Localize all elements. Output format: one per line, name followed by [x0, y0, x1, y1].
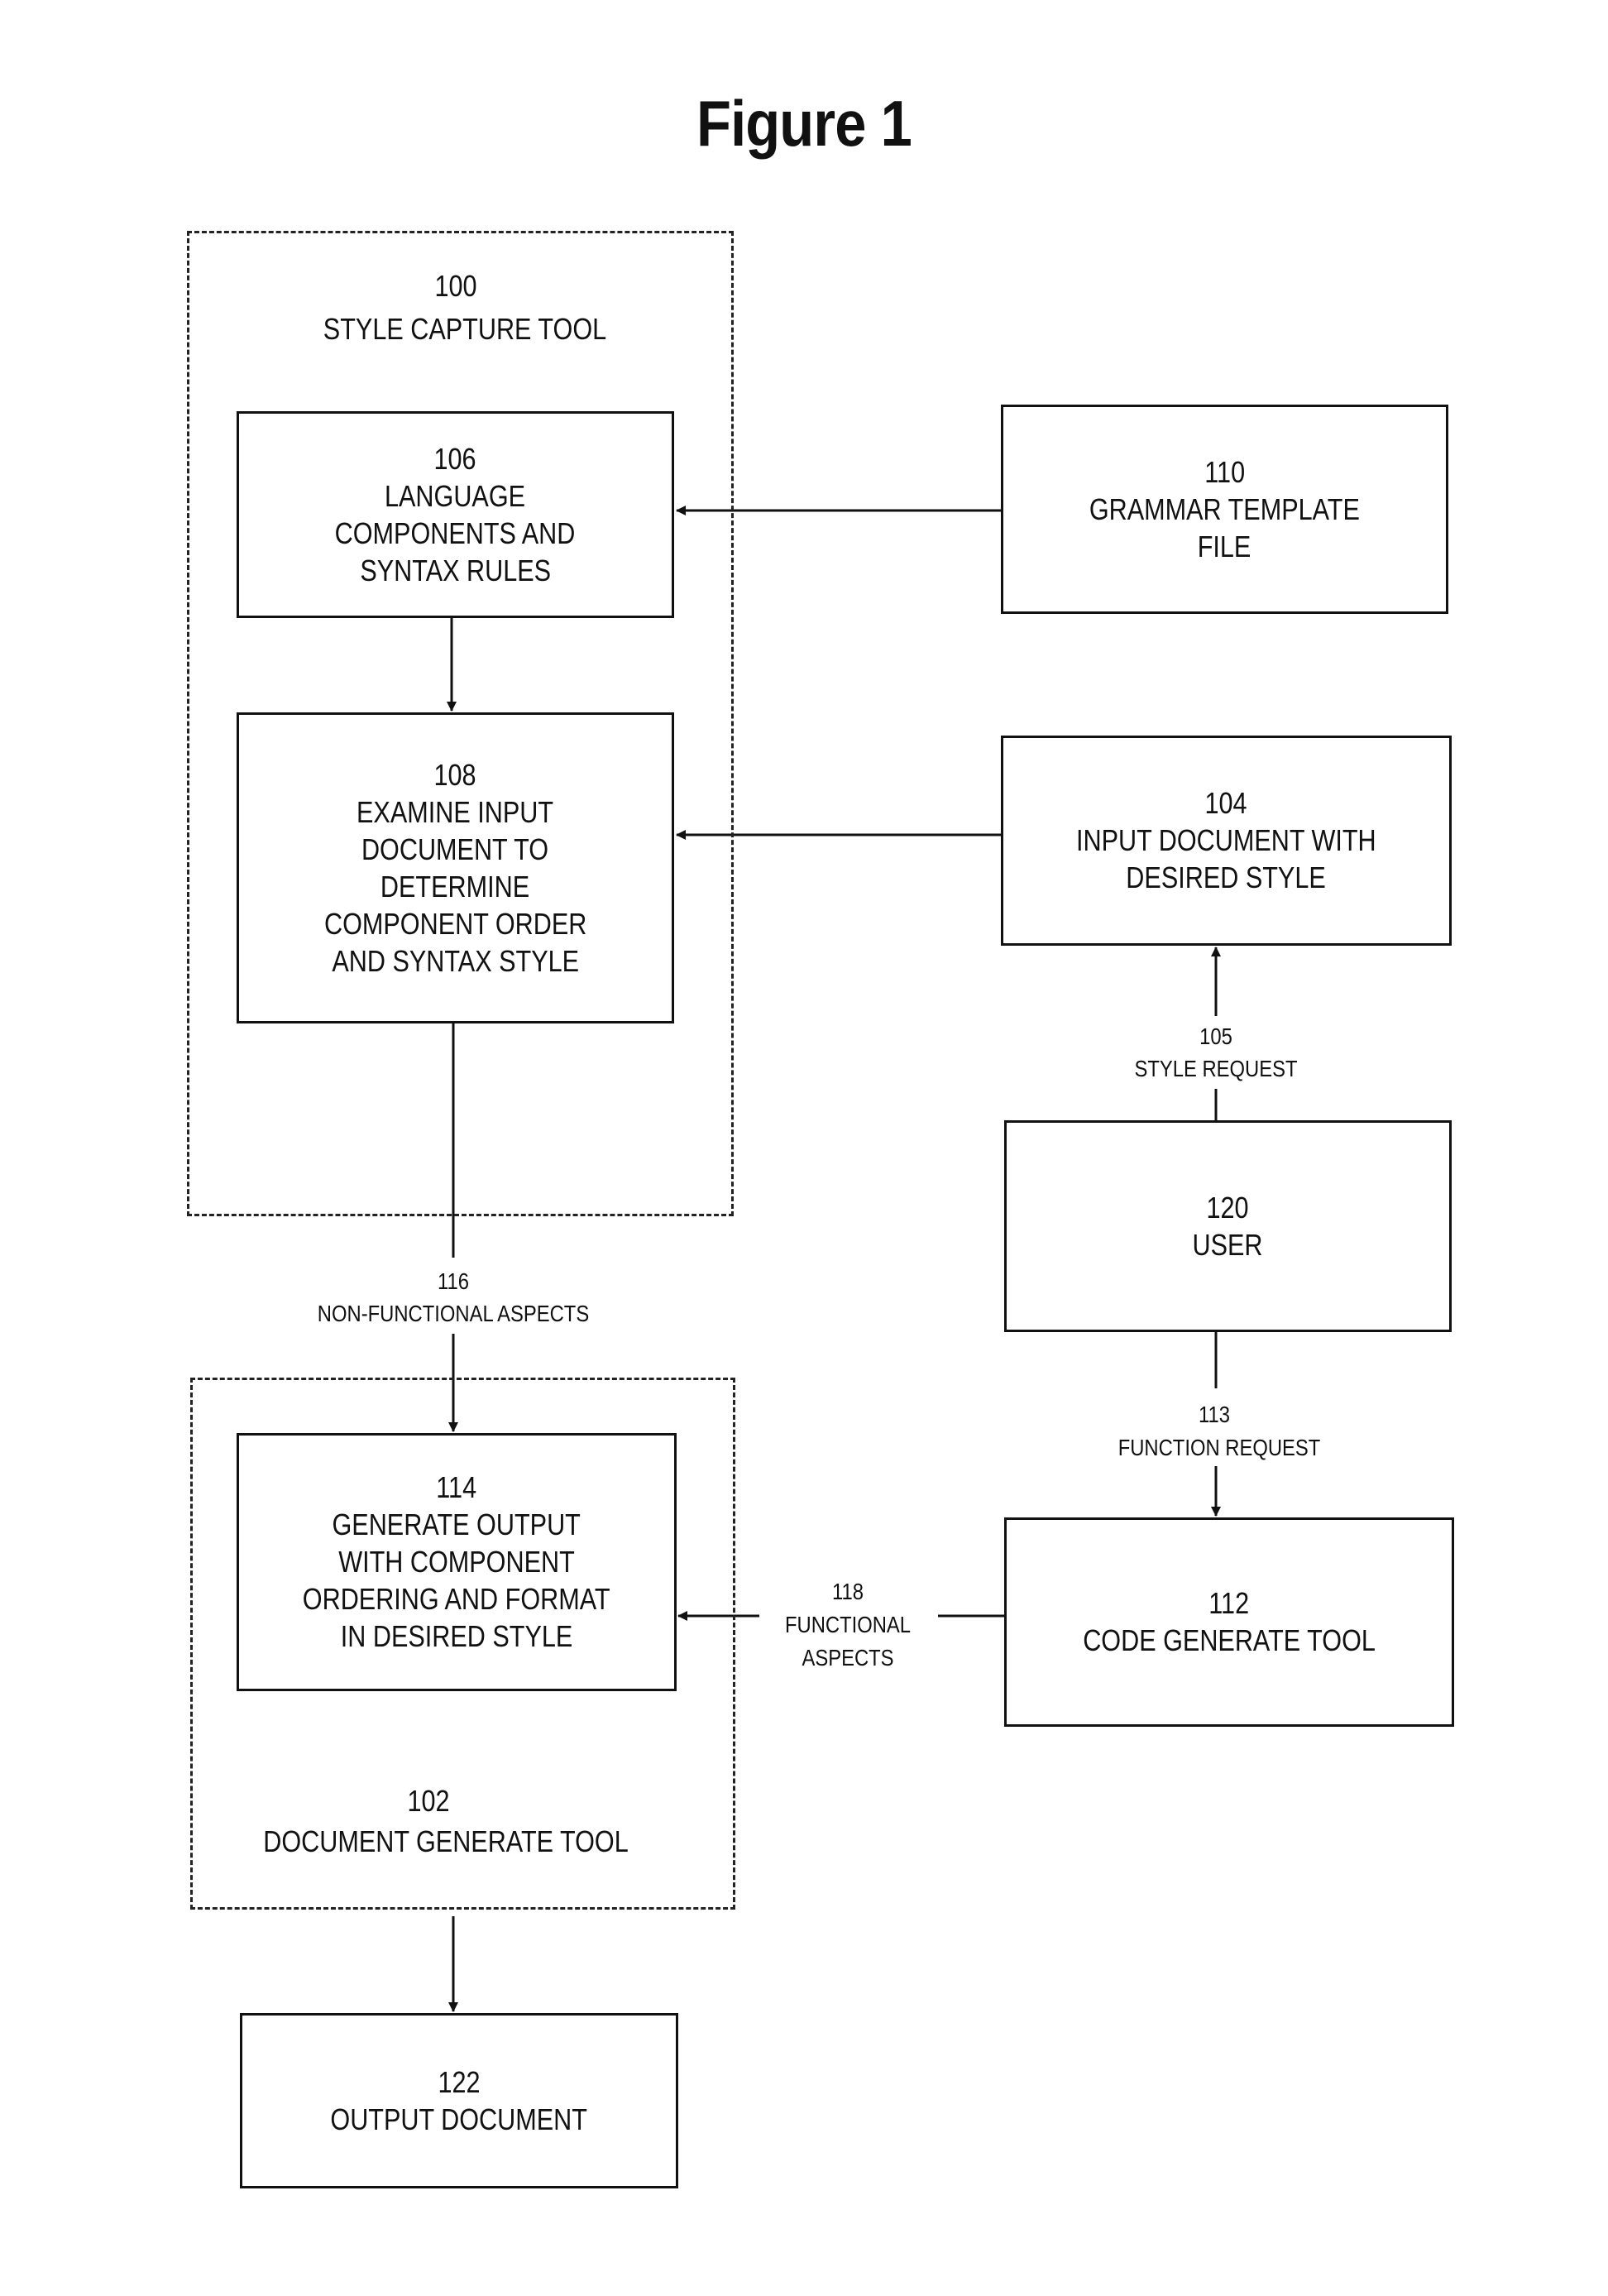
- output-document-box: 122 OUTPUT DOCUMENT: [240, 2013, 678, 2188]
- style-capture-tool-label: STYLE CAPTURE TOOL: [323, 312, 607, 346]
- box-number: 104: [1204, 786, 1248, 820]
- box-text-line: AND SYNTAX STYLE: [332, 943, 579, 978]
- box-text-line: COMPONENTS AND: [335, 515, 576, 550]
- functional-aspects-label-line: FUNCTIONAL: [784, 1612, 912, 1637]
- input-document-box: 104 INPUT DOCUMENT WITH DESIRED STYLE: [1001, 736, 1452, 946]
- style-request-number: 105: [1199, 1023, 1232, 1049]
- document-generate-tool-number: 102: [407, 1784, 450, 1818]
- box-text-line: LANGUAGE: [385, 478, 526, 513]
- box-text-line: OUTPUT DOCUMENT: [330, 2102, 588, 2136]
- user-box: 120 USER: [1004, 1120, 1452, 1332]
- box-number: 114: [436, 1470, 477, 1504]
- non-functional-aspects-label: NON-FUNCTIONAL ASPECTS: [317, 1301, 590, 1326]
- box-text-line: IN DESIRED STYLE: [340, 1619, 573, 1653]
- box-text-line: WITH COMPONENT: [338, 1545, 575, 1579]
- box-text-line: DESIRED STYLE: [1126, 860, 1327, 894]
- box-number: 108: [433, 757, 477, 792]
- box-number: 110: [1204, 454, 1245, 489]
- box-number: 112: [1208, 1586, 1250, 1620]
- box-text-line: COMPONENT ORDER: [323, 906, 587, 941]
- functional-aspects-label-line: ASPECTS: [802, 1645, 894, 1670]
- non-functional-aspects-number: 116: [438, 1268, 469, 1294]
- box-text-line: ORDERING AND FORMAT: [303, 1582, 610, 1616]
- box-text-line: DOCUMENT TO: [361, 832, 549, 866]
- box-number: 120: [1206, 1190, 1250, 1225]
- box-text-line: GRAMMAR TEMPLATE: [1089, 491, 1361, 526]
- function-request-label: FUNCTION REQUEST: [1117, 1435, 1321, 1460]
- box-text-line: EXAMINE INPUT: [357, 794, 554, 829]
- examine-input-document-box: 108 EXAMINE INPUT DOCUMENT TO DETERMINE …: [237, 712, 674, 1023]
- box-number: 106: [433, 441, 477, 476]
- box-text-line: SYNTAX RULES: [360, 553, 551, 587]
- generate-output-box: 114 GENERATE OUTPUT WITH COMPONENT ORDER…: [237, 1433, 677, 1691]
- box-text-line: DETERMINE: [380, 869, 530, 904]
- function-request-number: 113: [1199, 1402, 1230, 1427]
- functional-aspects-number: 118: [832, 1579, 864, 1604]
- style-request-label: STYLE REQUEST: [1134, 1056, 1298, 1081]
- grammar-template-file-box: 110 GRAMMAR TEMPLATE FILE: [1001, 405, 1448, 614]
- box-text-line: INPUT DOCUMENT WITH: [1076, 823, 1376, 857]
- box-text-line: CODE GENERATE TOOL: [1083, 1623, 1376, 1657]
- code-generate-tool-box: 112 CODE GENERATE TOOL: [1004, 1517, 1454, 1727]
- style-capture-tool-number: 100: [434, 269, 477, 303]
- document-generate-tool-label: DOCUMENT GENERATE TOOL: [263, 1824, 629, 1858]
- box-text-line: GENERATE OUTPUT: [332, 1507, 581, 1541]
- box-text-line: FILE: [1198, 529, 1251, 563]
- box-text-line: USER: [1192, 1227, 1264, 1262]
- language-components-box: 106 LANGUAGE COMPONENTS AND SYNTAX RULES: [237, 411, 674, 618]
- box-number: 122: [438, 2064, 481, 2099]
